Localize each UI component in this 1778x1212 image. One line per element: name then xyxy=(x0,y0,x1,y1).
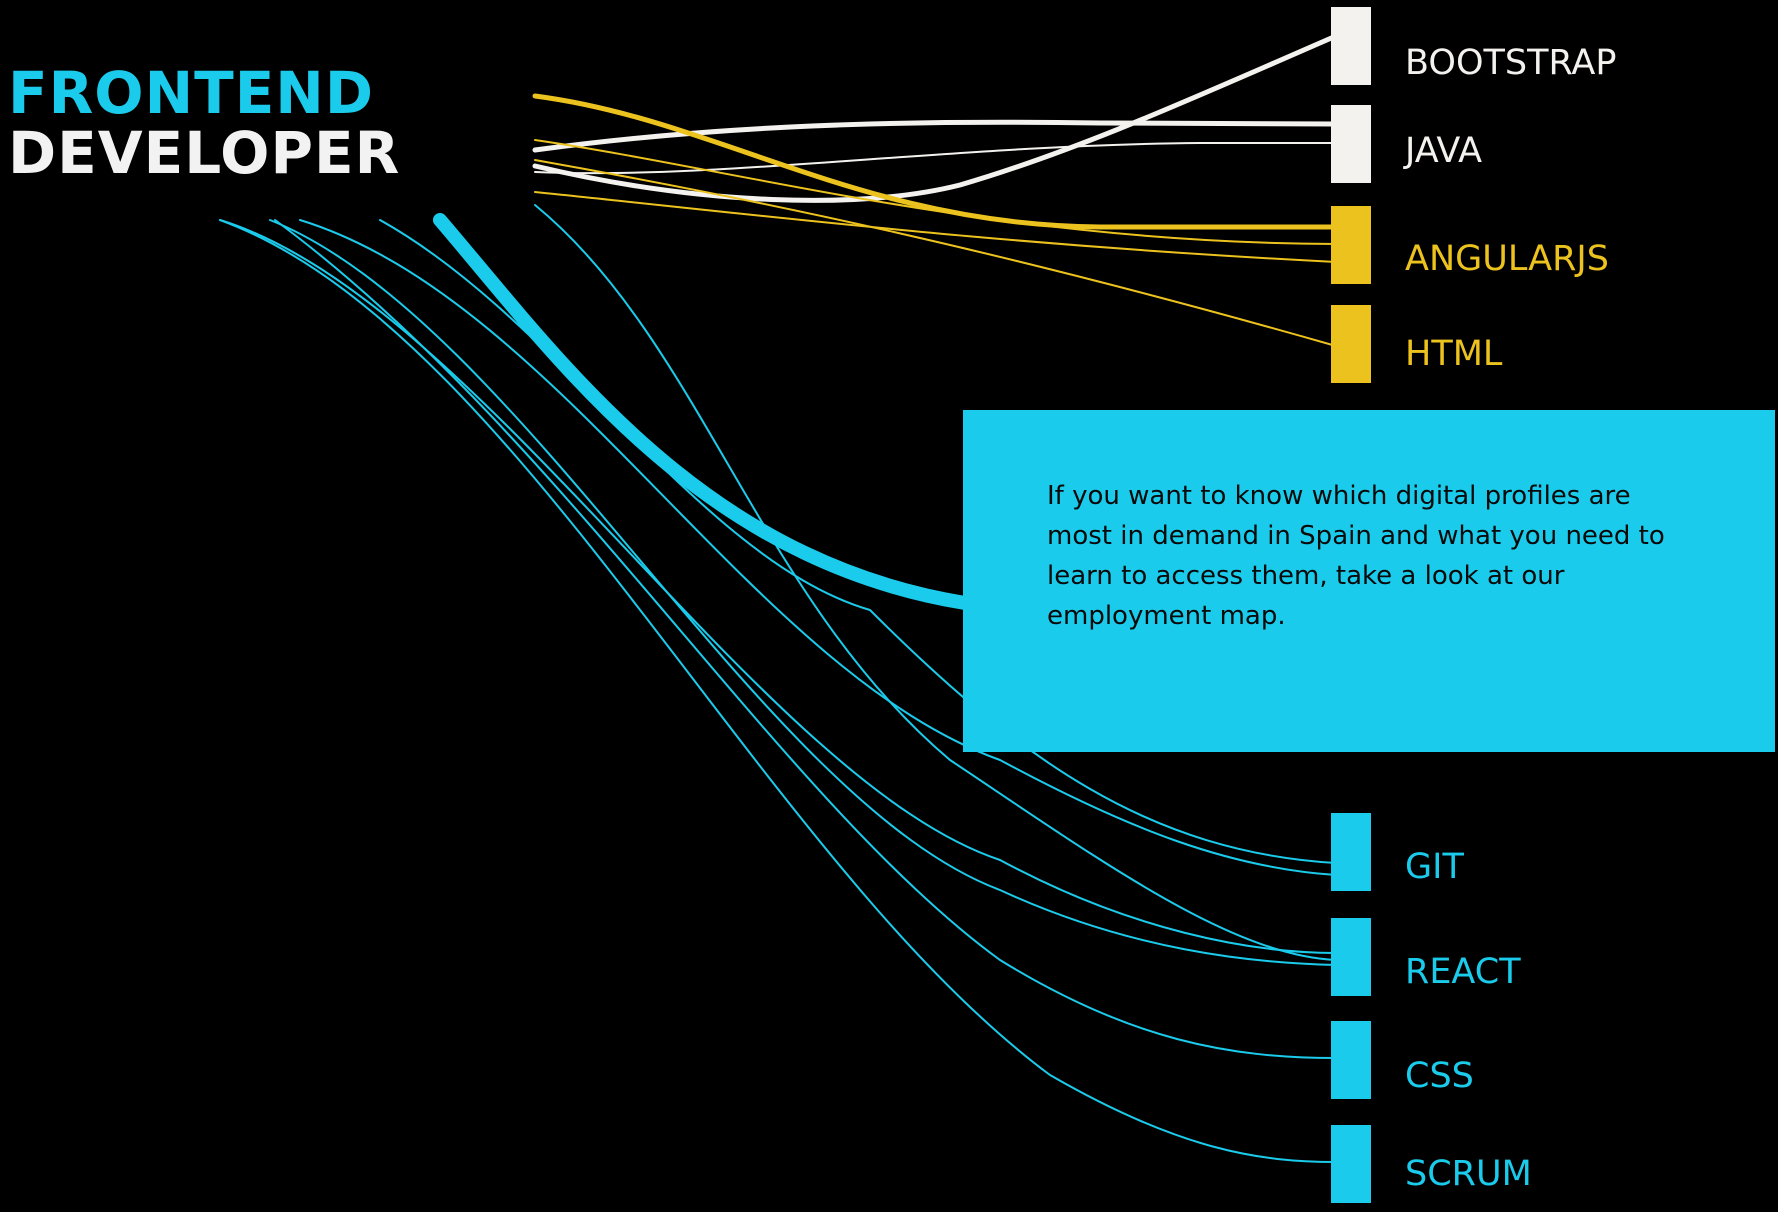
flow-to-java xyxy=(532,119,1339,153)
title-developer: DEVELOPER xyxy=(8,119,401,187)
node-bootstrap[interactable] xyxy=(1331,7,1371,85)
node-java[interactable] xyxy=(1331,105,1371,183)
node-label-bootstrap: BOOTSTRAP xyxy=(1405,43,1616,83)
node-label-html: HTML xyxy=(1405,334,1503,374)
sankey-diagram: BOOTSTRAP JAVA ANGULARJS HTML GIT REACT CSS SCR… xyxy=(0,0,1778,1212)
title-frontend: FRONTEND xyxy=(8,59,374,127)
flow-to-bootstrap xyxy=(532,33,1339,203)
node-label-scrum: SCRUM xyxy=(1405,1154,1532,1194)
node-label-java: JAVA xyxy=(1403,131,1482,171)
node-label-git: GIT xyxy=(1405,847,1464,887)
callout-text: If you want to know which digital profil… xyxy=(1047,481,1665,631)
flow-to-git xyxy=(433,213,972,610)
info-callout-box[interactable]: If you want to know which digital profil… xyxy=(963,410,1775,752)
node-git[interactable] xyxy=(1331,813,1371,891)
node-label-react: REACT xyxy=(1405,952,1521,992)
node-html[interactable] xyxy=(1331,305,1371,383)
node-scrum[interactable] xyxy=(1331,1125,1371,1203)
node-css[interactable] xyxy=(1331,1021,1371,1099)
node-react[interactable] xyxy=(1331,918,1371,996)
flow-to-java xyxy=(534,142,1337,175)
node-label-angularjs: ANGULARJS xyxy=(1405,239,1609,279)
node-angularjs[interactable] xyxy=(1331,206,1371,284)
node-label-css: CSS xyxy=(1405,1056,1474,1096)
